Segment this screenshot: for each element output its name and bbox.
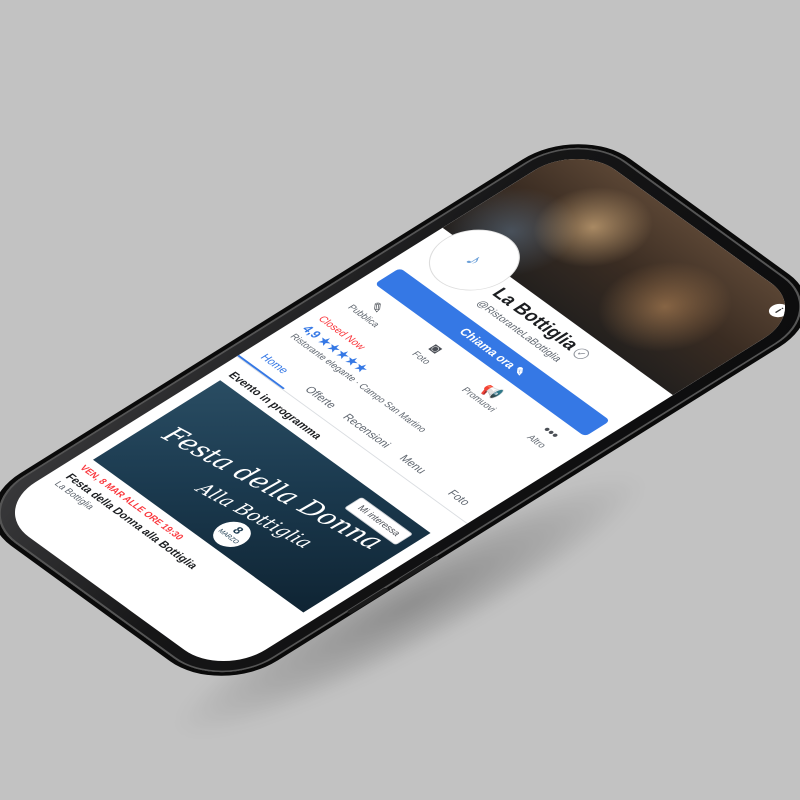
- bottle-icon: ♪: [460, 250, 490, 270]
- event-image[interactable]: Festa della Donna Alla Bottiglia 8 MARZO…: [92, 380, 431, 613]
- verified-icon: ✓: [570, 346, 593, 361]
- info-icon[interactable]: i: [764, 301, 793, 320]
- pencil-icon[interactable]: ✎: [509, 365, 530, 379]
